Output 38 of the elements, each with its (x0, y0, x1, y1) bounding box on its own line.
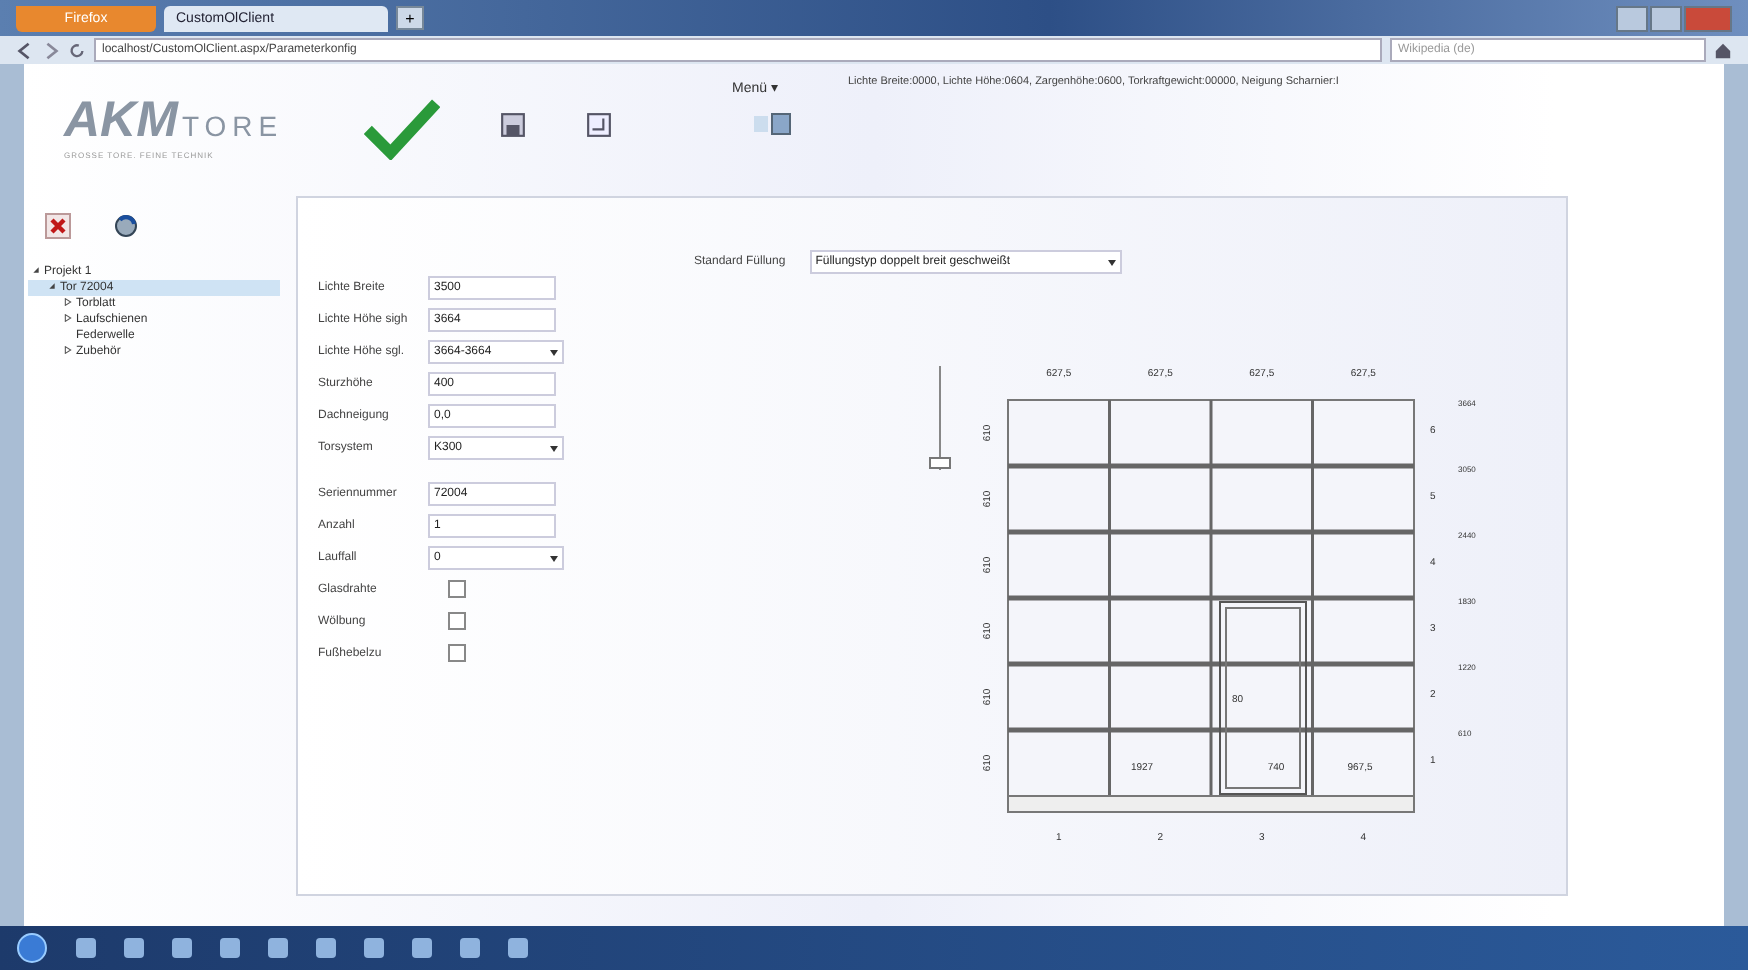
dropdown-arrow-icon[interactable] (1105, 256, 1118, 268)
checkbox[interactable] (448, 580, 466, 598)
new-tab-button[interactable]: + (396, 6, 424, 30)
zoom-slider[interactable] (929, 365, 951, 471)
window-icon[interactable] (586, 112, 612, 138)
dropdown-arrow-icon[interactable] (548, 551, 560, 563)
reload-icon[interactable] (68, 41, 86, 59)
app-icon[interactable] (268, 938, 288, 958)
maximize-icon[interactable] (1650, 5, 1682, 31)
app-icon[interactable] (364, 938, 384, 958)
slider-handle[interactable] (929, 457, 951, 469)
app-icon[interactable] (220, 938, 240, 958)
back-icon[interactable] (16, 41, 34, 59)
checkbox[interactable] (448, 612, 466, 630)
app-icon[interactable] (460, 938, 480, 958)
app-icon[interactable] (412, 938, 432, 958)
dropdown-arrow-icon[interactable] (548, 441, 560, 453)
app-icon[interactable] (76, 938, 96, 958)
refresh-icon[interactable] (112, 212, 140, 240)
app-icon[interactable] (124, 938, 144, 958)
home-icon[interactable] (1714, 41, 1732, 59)
save-icon[interactable] (500, 112, 526, 138)
collapse-icon[interactable] (48, 282, 56, 290)
app-icon[interactable] (508, 938, 528, 958)
forward-icon[interactable] (42, 41, 60, 59)
expand-icon[interactable] (64, 346, 72, 354)
checkmark-icon[interactable] (364, 96, 440, 160)
checkbox[interactable] (448, 644, 466, 662)
app-icon[interactable] (172, 938, 192, 958)
expand-icon[interactable] (64, 298, 72, 306)
collapse-icon[interactable] (32, 266, 40, 274)
start-icon[interactable] (16, 932, 48, 964)
app-icon[interactable] (316, 938, 336, 958)
minimize-icon[interactable] (1616, 5, 1648, 31)
layout-icon[interactable] (752, 112, 792, 136)
delete-icon[interactable] (44, 212, 72, 240)
expand-icon[interactable] (64, 314, 72, 322)
dropdown-arrow-icon[interactable] (548, 345, 560, 357)
